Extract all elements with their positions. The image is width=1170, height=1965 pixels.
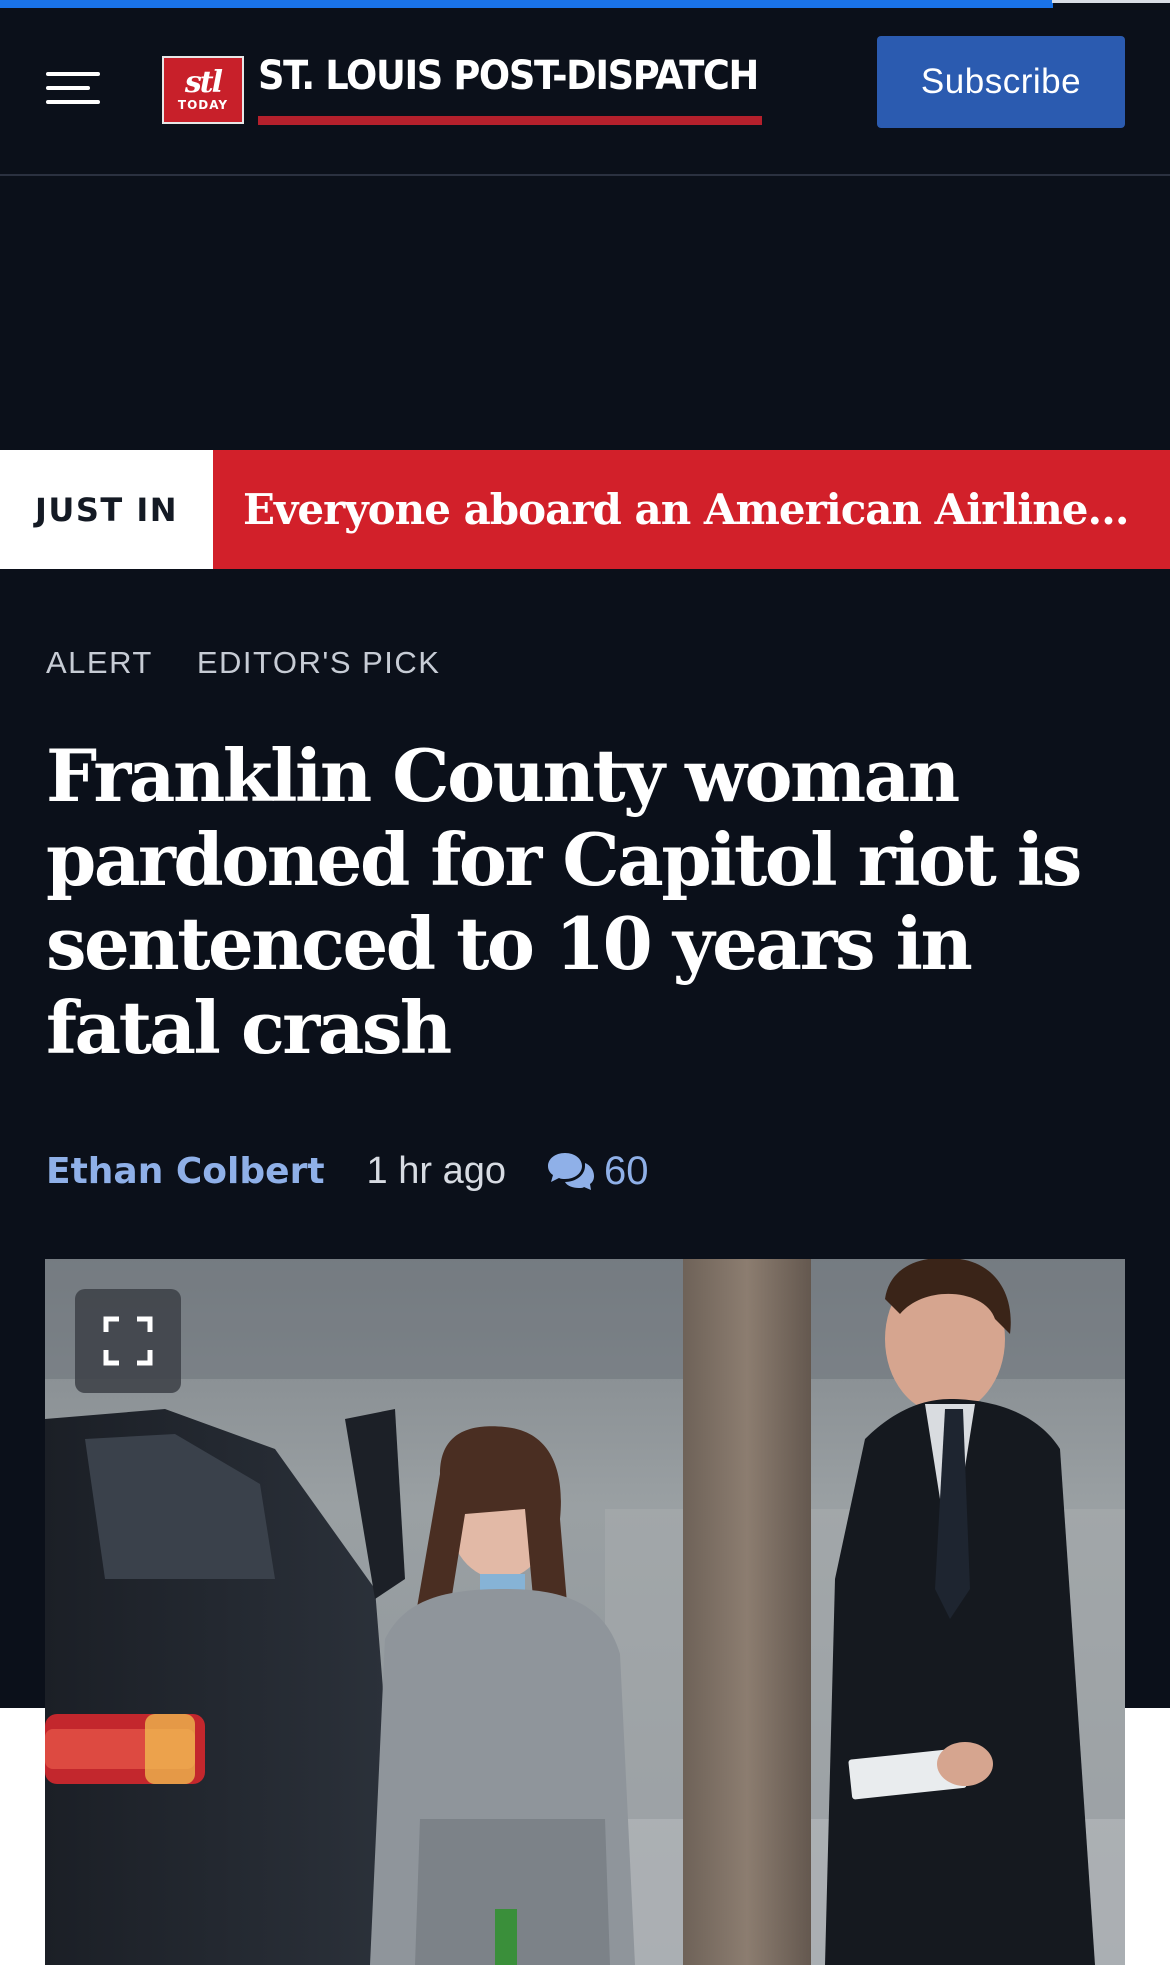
published-time: 1 hr ago	[366, 1149, 506, 1192]
article-hero-photo[interactable]	[45, 1259, 1125, 1965]
author-link[interactable]: Ethan Colbert	[46, 1151, 325, 1192]
logo-badge-mark: stl	[184, 65, 223, 100]
chat-bubbles-icon	[547, 1153, 594, 1190]
reading-progress-bar	[0, 0, 1170, 8]
comments-link[interactable]: 60	[546, 1148, 649, 1194]
just-in-headline-text: Everyone aboard an American Airlines jet…	[243, 485, 1150, 534]
tag-editors-pick[interactable]: EDITOR'S PICK	[197, 645, 441, 681]
stltoday-logo-badge[interactable]: stl TODAY	[162, 56, 244, 124]
reading-progress-fill	[0, 0, 1053, 8]
hamburger-menu-icon[interactable]	[46, 66, 100, 110]
article-headline: Franklin County woman pardoned for Capit…	[46, 733, 1082, 1070]
article-byline: Ethan Colbert 1 hr ago 60	[46, 1146, 648, 1196]
ad-slot	[0, 178, 1170, 450]
fullscreen-expand-icon[interactable]	[75, 1289, 181, 1393]
just-in-bar: JUST IN Everyone aboard an American Airl…	[0, 450, 1170, 569]
logo-badge-sub: TODAY	[177, 98, 229, 112]
hero-photo-image	[45, 1259, 1125, 1965]
site-logo-text[interactable]: ST. LOUIS POST-DISPATCH	[258, 52, 759, 100]
subscribe-button[interactable]: Subscribe	[877, 36, 1125, 128]
comment-count: 60	[603, 1148, 649, 1193]
logo-underline	[258, 116, 762, 125]
site-header: stl TODAY ST. LOUIS POST-DISPATCH Subscr…	[0, 8, 1170, 176]
article-tags: ALERT EDITOR'S PICK	[46, 645, 440, 681]
article-page: stl TODAY ST. LOUIS POST-DISPATCH Subscr…	[0, 0, 1170, 1965]
reading-progress-track	[1052, 0, 1170, 3]
just-in-headline-link[interactable]: Everyone aboard an American Airlines jet…	[213, 450, 1170, 569]
tag-alert[interactable]: ALERT	[46, 645, 153, 681]
expand-corners-glyph	[103, 1316, 153, 1366]
just-in-label: JUST IN	[0, 450, 213, 569]
